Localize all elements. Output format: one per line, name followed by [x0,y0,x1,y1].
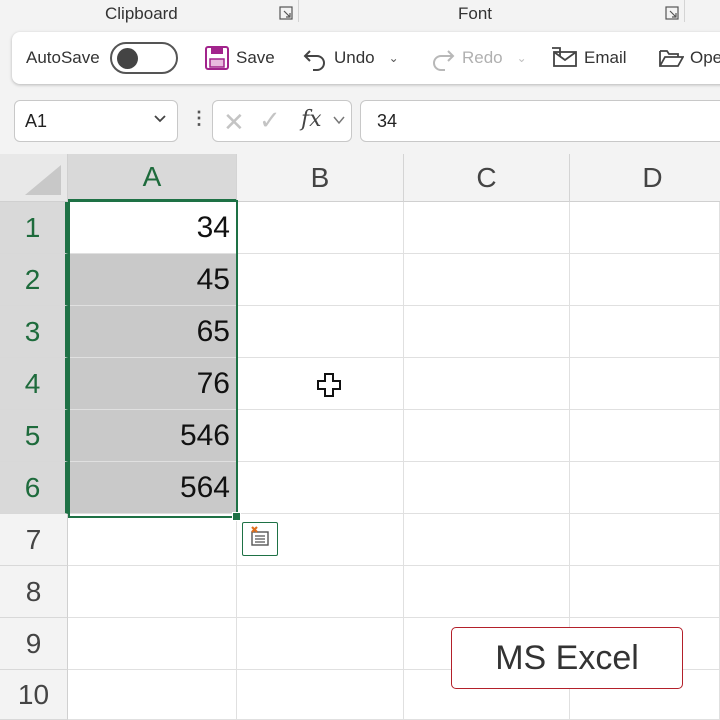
group-separator [298,0,299,22]
quick-access-toolbar: AutoSave Save Undo ⌄ Redo ⌄ Email Ope [12,32,720,84]
watermark-label: MS Excel [451,627,683,689]
row-header-1[interactable]: 1 [0,202,68,254]
name-box-value: A1 [25,110,48,131]
font-group-label: Font [458,4,493,23]
redo-label: Redo [462,48,503,67]
cell-d1[interactable] [570,202,720,254]
cell-d4[interactable] [570,358,720,410]
cell-c4[interactable] [404,358,570,410]
row-header-10[interactable]: 10 [0,670,68,720]
clipboard-group-label: Clipboard [105,4,178,23]
more-options-icon[interactable]: ⋮ [190,108,208,129]
cell-d5[interactable] [570,410,720,462]
clipboard-dialog-launcher-icon[interactable] [279,6,293,20]
undo-icon [302,45,328,71]
undo-button[interactable]: Undo ⌄ [302,32,399,84]
cell-a10[interactable] [68,670,237,720]
cell-d2[interactable] [570,254,720,306]
toggle-knob [116,48,138,69]
cell-a2[interactable]: 45 [68,254,237,306]
formula-input[interactable]: 34 [360,100,720,142]
undo-dropdown-chevron-icon[interactable]: ⌄ [389,51,399,65]
formula-bar-area: A1 ⋮ ✕ ✓ fx 34 [0,92,720,154]
select-all-triangle-icon [25,165,61,195]
cell-c5[interactable] [404,410,570,462]
cell-c7[interactable] [404,514,570,566]
font-dialog-launcher-icon[interactable] [665,6,679,20]
open-label: Ope [690,48,720,67]
cell-a6[interactable]: 564 [68,462,237,514]
column-header-c[interactable]: C [404,154,570,202]
cell-c1[interactable] [404,202,570,254]
redo-icon [430,45,456,71]
cell-cursor-plus-icon [316,372,342,403]
row-header-2[interactable]: 2 [0,254,68,306]
row-header-8[interactable]: 8 [0,566,68,618]
cell-d3[interactable] [570,306,720,358]
email-label: Email [584,48,627,67]
cell-b6[interactable] [237,462,404,514]
group-separator [684,0,685,22]
formula-controls: ✕ ✓ fx [212,100,352,142]
redo-dropdown-chevron-icon[interactable]: ⌄ [517,51,527,65]
cell-a1[interactable]: 34 [68,202,237,254]
name-box[interactable]: A1 [14,100,178,142]
save-label: Save [236,48,275,67]
cell-b2[interactable] [237,254,404,306]
fill-handle[interactable] [232,512,241,521]
cell-a3[interactable]: 65 [68,306,237,358]
cell-b5[interactable] [237,410,404,462]
cell-d8[interactable] [570,566,720,618]
cell-b10[interactable] [237,670,404,720]
row-header-7[interactable]: 7 [0,514,68,566]
autosave-label: AutoSave [26,48,100,67]
redo-button[interactable]: Redo ⌄ [430,32,527,84]
quick-access-toolbar-area: AutoSave Save Undo ⌄ Redo ⌄ Email Ope [0,28,720,92]
cell-a8[interactable] [68,566,237,618]
formula-content: 34 [377,110,398,131]
cell-b9[interactable] [237,618,404,670]
column-header-d[interactable]: D [570,154,720,202]
cell-c6[interactable] [404,462,570,514]
ribbon-group-row: Clipboard Font [0,0,720,28]
row-header-9[interactable]: 9 [0,618,68,670]
row-header-5[interactable]: 5 [0,410,68,462]
row-header-3[interactable]: 3 [0,306,68,358]
name-box-chevron-down-icon[interactable] [153,111,167,128]
cell-a4[interactable]: 76 [68,358,237,410]
undo-label: Undo [334,48,375,67]
open-button[interactable]: Ope [658,32,720,84]
quick-analysis-icon [248,525,272,553]
cell-d6[interactable] [570,462,720,514]
insert-function-button[interactable]: fx [301,107,322,132]
cell-a7[interactable] [68,514,237,566]
cell-d7[interactable] [570,514,720,566]
save-icon [204,45,230,71]
cell-c3[interactable] [404,306,570,358]
row-header-4[interactable]: 4 [0,358,68,410]
save-button[interactable]: Save [204,32,275,84]
cell-a9[interactable] [68,618,237,670]
column-header-b[interactable]: B [237,154,404,202]
cell-c8[interactable] [404,566,570,618]
confirm-entry-icon[interactable]: ✓ [259,105,281,136]
function-chevron-down-icon[interactable] [333,114,345,128]
autosave-toggle[interactable] [109,42,178,74]
cell-b8[interactable] [237,566,404,618]
email-icon [550,46,578,70]
column-header-a[interactable]: A [68,154,237,202]
cell-b1[interactable] [237,202,404,254]
cancel-entry-icon[interactable]: ✕ [223,107,245,138]
cell-b3[interactable] [237,306,404,358]
email-button[interactable]: Email [550,32,627,84]
select-all-button[interactable] [0,154,68,202]
cell-c2[interactable] [404,254,570,306]
row-header-6[interactable]: 6 [0,462,68,514]
quick-analysis-button[interactable] [242,522,278,556]
folder-icon [658,47,684,69]
autosave-control[interactable]: AutoSave [26,32,178,84]
cell-a5[interactable]: 546 [68,410,237,462]
